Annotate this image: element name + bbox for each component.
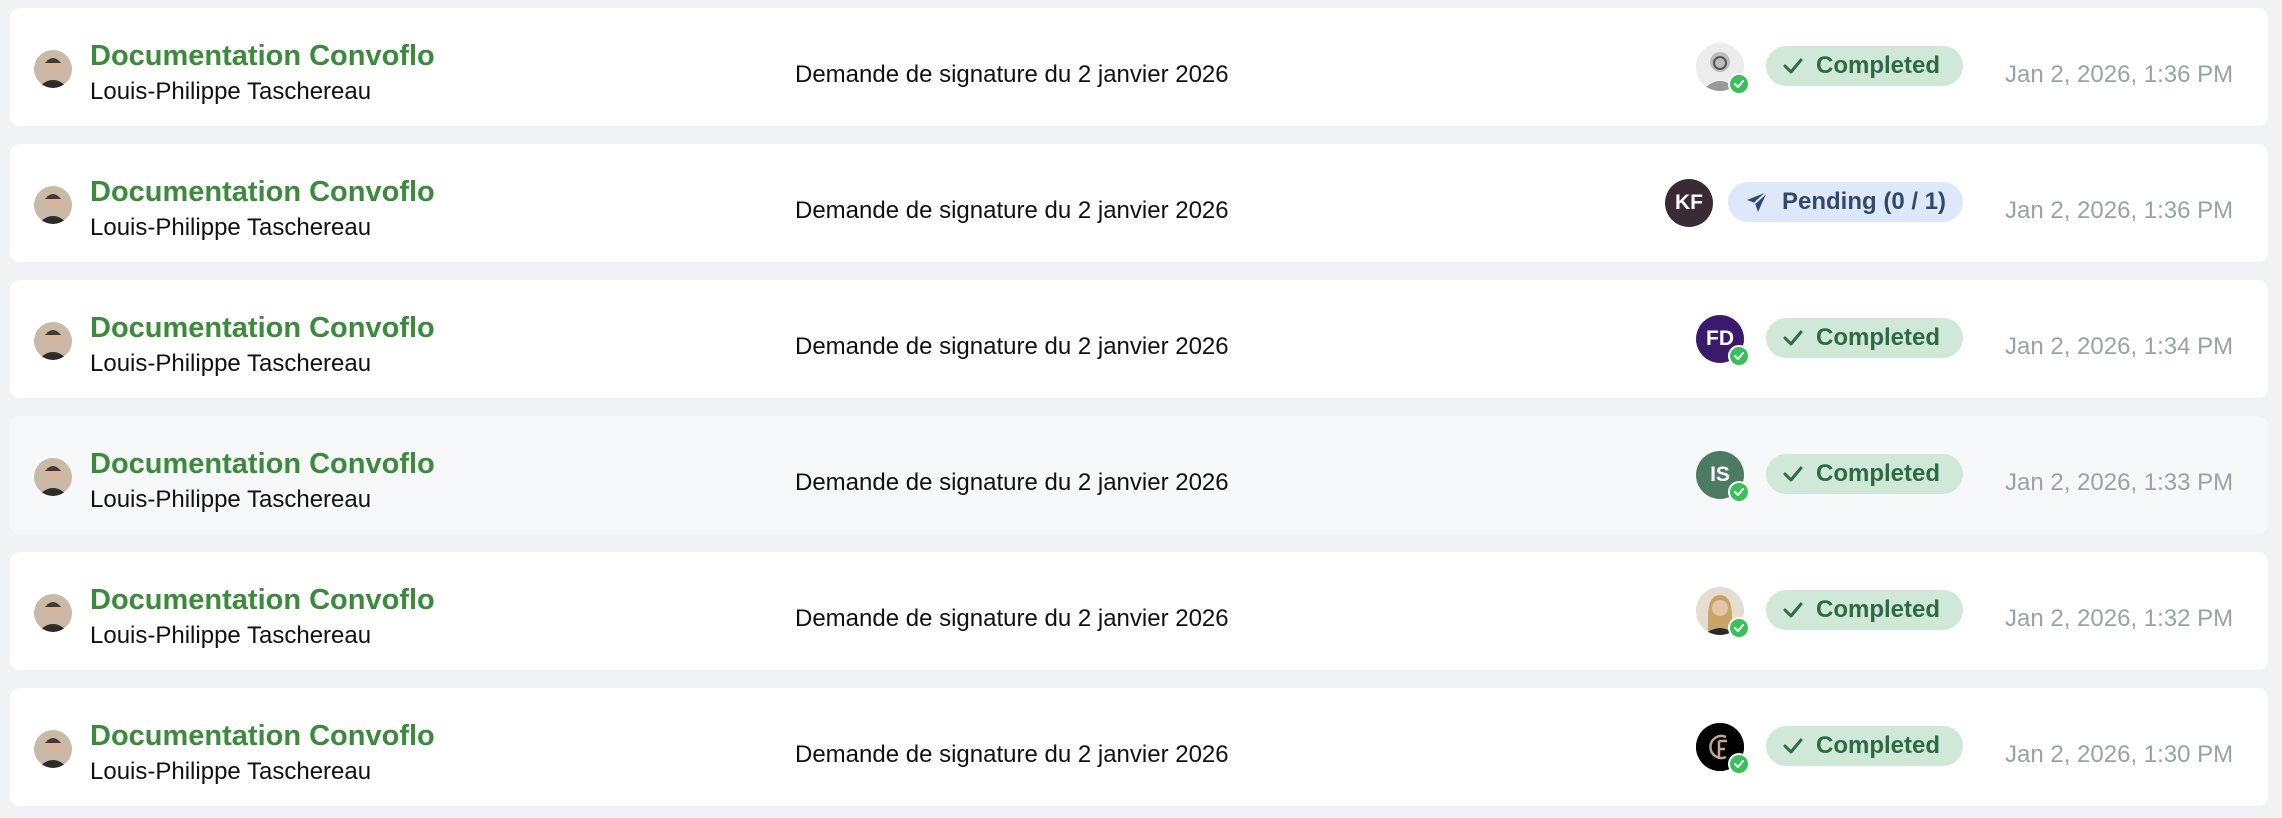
signed-check-icon: [1728, 753, 1750, 775]
sender-name: Louis-Philippe Taschereau: [90, 350, 372, 377]
request-row[interactable]: Documentation Convoflo Louis-Philippe Ta…: [10, 688, 2268, 806]
sender-avatar: [34, 458, 72, 496]
signed-check-icon: [1728, 345, 1750, 367]
signed-check-icon: [1728, 617, 1750, 639]
status-badge: Completed: [1766, 318, 1963, 358]
checkmark-icon: [1782, 735, 1804, 757]
request-subject: Demande de signature du 2 janvier 2026: [795, 197, 1229, 224]
checkmark-icon: [1782, 327, 1804, 349]
timestamp: Jan 2, 2026, 1:32 PM: [2005, 605, 2234, 632]
recipient-avatar: FD: [1696, 315, 1750, 367]
paper-plane-icon: [1744, 189, 1770, 215]
timestamp: Jan 2, 2026, 1:33 PM: [2005, 469, 2234, 496]
signature-request-list: Documentation Convoflo Louis-Philippe Ta…: [0, 0, 2282, 818]
sender-avatar: [34, 50, 72, 88]
timestamp: Jan 2, 2026, 1:34 PM: [2005, 333, 2234, 360]
request-subject: Demande de signature du 2 janvier 2026: [795, 333, 1229, 360]
sender-avatar: [34, 186, 72, 224]
status-label: Completed: [1816, 460, 1941, 487]
status-badge: Completed: [1766, 590, 1963, 630]
request-row[interactable]: Documentation Convoflo Louis-Philippe Ta…: [10, 144, 2268, 262]
document-title[interactable]: Documentation Convoflo: [90, 584, 435, 617]
request-subject: Demande de signature du 2 janvier 2026: [795, 469, 1229, 496]
status-label: Pending (0 / 1): [1782, 188, 1947, 215]
request-row[interactable]: Documentation Convoflo Louis-Philippe Ta…: [10, 8, 2268, 126]
document-title[interactable]: Documentation Convoflo: [90, 448, 435, 481]
request-subject: Demande de signature du 2 janvier 2026: [795, 61, 1229, 88]
document-title[interactable]: Documentation Convoflo: [90, 40, 435, 73]
checkmark-icon: [1782, 599, 1804, 621]
recipient-avatar: [1696, 723, 1750, 775]
recipient-avatar: [1696, 587, 1750, 639]
signed-check-icon: [1728, 73, 1750, 95]
recipient-avatar: KF: [1665, 179, 1713, 227]
sender-avatar: [34, 594, 72, 632]
sender-name: Louis-Philippe Taschereau: [90, 214, 372, 241]
timestamp: Jan 2, 2026, 1:36 PM: [2005, 197, 2234, 224]
status-label: Completed: [1816, 596, 1941, 623]
status-label: Completed: [1816, 324, 1941, 351]
recipient-initials: KF: [1665, 179, 1713, 227]
checkmark-icon: [1782, 55, 1804, 77]
request-row[interactable]: Documentation Convoflo Louis-Philippe Ta…: [10, 280, 2268, 398]
sender-avatar: [34, 730, 72, 768]
signed-check-icon: [1728, 481, 1750, 503]
sender-name: Louis-Philippe Taschereau: [90, 758, 372, 785]
sender-avatar: [34, 322, 72, 360]
recipient-avatar: IS: [1696, 451, 1750, 503]
checkmark-icon: [1782, 463, 1804, 485]
status-badge: Completed: [1766, 726, 1963, 766]
status-label: Completed: [1816, 52, 1941, 79]
status-badge: Completed: [1766, 454, 1963, 494]
document-title[interactable]: Documentation Convoflo: [90, 720, 435, 753]
recipient-avatar: [1696, 43, 1750, 95]
status-badge: Pending (0 / 1): [1728, 182, 1963, 222]
request-subject: Demande de signature du 2 janvier 2026: [795, 605, 1229, 632]
sender-name: Louis-Philippe Taschereau: [90, 622, 372, 649]
sender-name: Louis-Philippe Taschereau: [90, 78, 372, 105]
document-title[interactable]: Documentation Convoflo: [90, 312, 435, 345]
timestamp: Jan 2, 2026, 1:30 PM: [2005, 741, 2234, 768]
request-row[interactable]: Documentation Convoflo Louis-Philippe Ta…: [10, 552, 2268, 670]
status-label: Completed: [1816, 732, 1941, 759]
status-badge: Completed: [1766, 46, 1963, 86]
request-subject: Demande de signature du 2 janvier 2026: [795, 741, 1229, 768]
timestamp: Jan 2, 2026, 1:36 PM: [2005, 61, 2234, 88]
document-title[interactable]: Documentation Convoflo: [90, 176, 435, 209]
request-row[interactable]: Documentation Convoflo Louis-Philippe Ta…: [10, 416, 2268, 534]
sender-name: Louis-Philippe Taschereau: [90, 486, 372, 513]
